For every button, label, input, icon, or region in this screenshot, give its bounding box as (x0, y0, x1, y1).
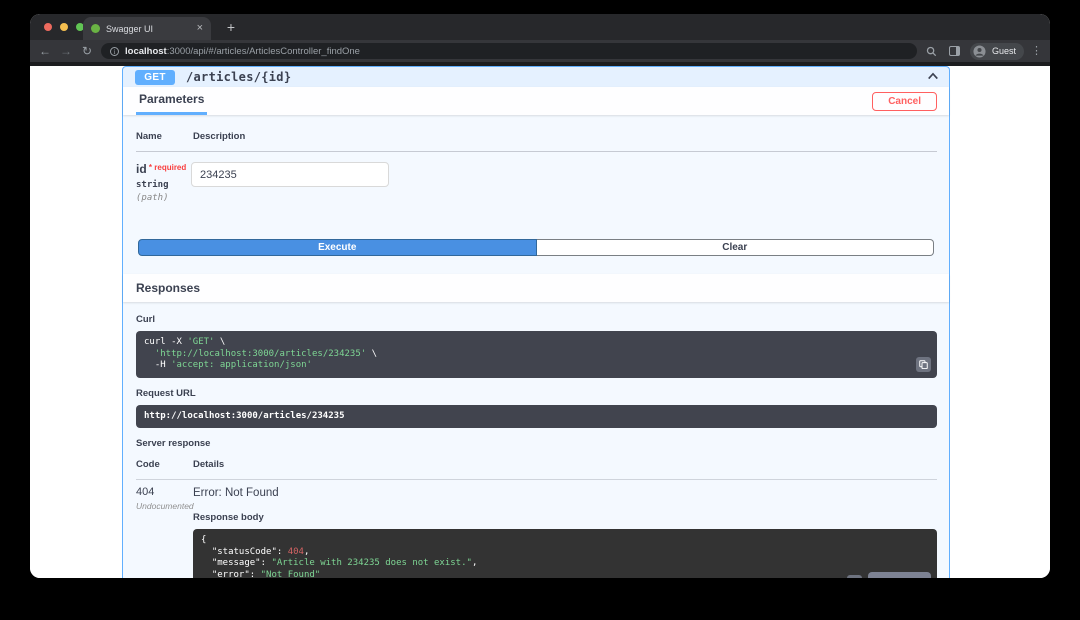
parameters-section-header: Parameters Cancel (123, 87, 949, 115)
avatar-icon (972, 43, 988, 59)
parameter-meta: id * required string (path) (136, 162, 191, 203)
execute-wrapper: Execute Clear (138, 239, 934, 256)
side-panel-icon[interactable] (947, 43, 963, 59)
copy-curl-icon[interactable] (916, 356, 931, 372)
undocumented-label: Undocumented (136, 501, 194, 511)
forward-icon[interactable]: → (59, 45, 73, 57)
url-text: localhost:3000/api/#/articles/ArticlesCo… (125, 45, 360, 57)
reload-icon[interactable]: ↻ (80, 45, 94, 57)
new-tab-button[interactable]: + (222, 19, 240, 37)
server-response-label: Server response (136, 438, 211, 449)
server-response-row: 404 Undocumented Error: Not Found Respon… (136, 479, 937, 578)
response-body-block: { "statusCode": 404, "message": "Article… (193, 529, 937, 578)
profile-chip[interactable]: Guest (969, 42, 1024, 60)
parameter-value-cell (191, 162, 389, 203)
column-name-label: Name (136, 131, 162, 142)
close-window-button[interactable] (44, 23, 52, 31)
opblock-get-articles-id: GET /articles/{id} Parameters Cancel Nam… (122, 66, 950, 578)
desktop-background: Swagger UI × + ← → ↻ i localhost:3000/ap… (0, 0, 1080, 620)
browser-menu-icon[interactable]: ⋮ (1031, 46, 1042, 57)
browser-window: Swagger UI × + ← → ↻ i localhost:3000/ap… (30, 14, 1050, 578)
responses-body: Curl curl -X 'GET' \ 'http://localhost:3… (123, 302, 949, 578)
clear-button[interactable]: Clear (536, 239, 934, 256)
collapse-chevron-icon[interactable] (927, 68, 939, 86)
column-code-label: Code (136, 459, 160, 470)
parameters-body: Name Description id * required string (p… (123, 115, 949, 274)
status-code: 404 (136, 486, 155, 498)
curl-label: Curl (136, 314, 155, 325)
browser-toolbar: ← → ↻ i localhost:3000/api/#/articles/Ar… (30, 40, 1050, 62)
column-description-label: Description (193, 131, 246, 142)
parameter-row-id: id * required string (path) (136, 152, 937, 203)
search-icon[interactable] (924, 43, 940, 59)
server-response-table-header: Code Details (136, 459, 937, 470)
curl-block: curl -X 'GET' \ 'http://localhost:3000/a… (136, 331, 937, 378)
curl-command: curl -X 'GET' \ 'http://localhost:3000/a… (144, 337, 378, 370)
response-details-cell: Error: Not Found Response body { "status… (193, 486, 937, 578)
request-url-label: Request URL (136, 387, 196, 399)
response-body-json: { "statusCode": 404, "message": "Article… (201, 535, 478, 578)
column-details-label: Details (193, 459, 225, 470)
parameter-location: (path) (136, 193, 169, 203)
browser-tab-swagger-ui[interactable]: Swagger UI × (83, 17, 211, 40)
site-info-icon[interactable]: i (110, 46, 119, 56)
method-badge: GET (135, 69, 175, 85)
opblock-summary[interactable]: GET /articles/{id} (123, 67, 949, 87)
responses-title: Responses (136, 281, 201, 295)
response-body-actions: Download (846, 571, 931, 578)
tab-strip: Swagger UI × + (30, 14, 1050, 40)
response-body-label: Response body (193, 512, 264, 523)
execute-button[interactable]: Execute (138, 239, 537, 256)
request-url-block: http://localhost:3000/articles/234235 (136, 404, 937, 428)
back-icon[interactable]: ← (38, 45, 52, 57)
tab-parameters[interactable]: Parameters (136, 87, 208, 115)
parameter-type: string (136, 180, 169, 190)
swagger-page: GET /articles/{id} Parameters Cancel Nam… (30, 66, 1050, 578)
swagger-favicon-icon (91, 24, 100, 33)
copy-response-icon[interactable] (846, 574, 862, 578)
response-code-cell: 404 Undocumented (136, 486, 194, 578)
endpoint-path: /articles/{id} (186, 70, 292, 84)
cancel-button[interactable]: Cancel (872, 91, 937, 111)
traffic-lights (44, 23, 84, 31)
responses-section-header: Responses (123, 274, 949, 302)
minimize-window-button[interactable] (60, 23, 68, 31)
address-bar[interactable]: i localhost:3000/api/#/articles/Articles… (101, 43, 917, 59)
parameters-table-header: Name Description (136, 131, 937, 152)
id-input[interactable] (191, 162, 389, 187)
tab-title: Swagger UI (106, 23, 154, 34)
parameter-name: id * required (136, 162, 187, 176)
error-text: Error: Not Found (193, 487, 279, 499)
tab-close-icon[interactable]: × (197, 23, 203, 34)
download-button[interactable]: Download (867, 571, 931, 578)
profile-label: Guest (991, 46, 1016, 56)
request-url-value: http://localhost:3000/articles/234235 (144, 410, 345, 421)
